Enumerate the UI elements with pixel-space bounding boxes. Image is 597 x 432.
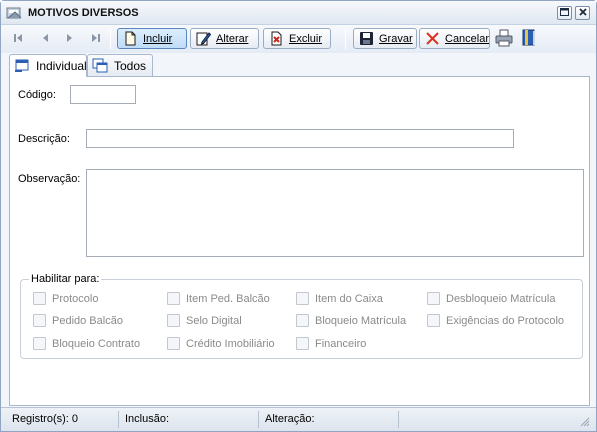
alterar-button[interactable]: Alterar	[190, 28, 259, 49]
single-window-icon	[14, 58, 30, 74]
observacao-label: Observação:	[18, 173, 81, 185]
checkbox-box[interactable]	[33, 337, 46, 350]
checkbox-box[interactable]	[167, 314, 180, 327]
checkbox-item-do-caixa[interactable]: Item do Caixa	[296, 292, 383, 305]
checkbox-label: Desbloqueio Matrícula	[446, 292, 556, 305]
checkbox-financeiro[interactable]: Financeiro	[296, 337, 366, 350]
checkbox-label: Selo Digital	[186, 314, 242, 327]
checkbox-bloqueio-contrato[interactable]: Bloqueio Contrato	[33, 337, 140, 350]
status-inclusao: Inclusão:	[125, 413, 170, 425]
edit-icon	[196, 31, 211, 46]
close-button[interactable]	[575, 6, 590, 20]
resize-grip-icon[interactable]	[580, 417, 590, 427]
next-record-button[interactable]	[63, 32, 77, 46]
checkbox-credito-imobiliario[interactable]: Crédito Imobiliário	[167, 337, 275, 350]
checkbox-bloqueio-matricula[interactable]: Bloqueio Matrícula	[296, 314, 406, 327]
checkbox-box[interactable]	[427, 292, 440, 305]
incluir-label: Incluir	[143, 32, 173, 45]
checkbox-label: Bloqueio Matrícula	[315, 314, 407, 327]
checkbox-box[interactable]	[427, 314, 440, 327]
print-button[interactable]	[495, 29, 513, 50]
checkbox-label: Crédito Imobiliário	[186, 337, 275, 350]
checkbox-selo-digital[interactable]: Selo Digital	[167, 314, 242, 327]
codigo-label: Código:	[18, 89, 56, 101]
excluir-button[interactable]: Excluir	[263, 28, 331, 49]
tab-todos[interactable]: Todos	[87, 54, 153, 76]
close-icon	[578, 7, 587, 19]
book-icon	[521, 29, 537, 50]
incluir-button[interactable]: Incluir	[117, 28, 187, 49]
title-bar: MOTIVOS DIVERSOS	[1, 1, 596, 25]
status-registros: Registro(s): 0	[12, 413, 79, 425]
checkbox-box[interactable]	[296, 314, 309, 327]
delete-document-icon	[269, 31, 284, 46]
codigo-input[interactable]	[70, 85, 136, 104]
checkbox-protocolo[interactable]: Protocolo	[33, 292, 98, 305]
new-document-icon	[123, 31, 138, 46]
excluir-label: Excluir	[289, 32, 323, 45]
checkbox-label: Pedido Balcão	[52, 314, 123, 327]
print-icon	[495, 29, 513, 50]
gravar-button[interactable]: Gravar	[353, 28, 417, 49]
toolbar-separator	[110, 29, 111, 49]
checkbox-label: Bloqueio Contrato	[52, 337, 141, 350]
previous-record-button[interactable]	[38, 32, 52, 46]
checkbox-label: Item do Caixa	[315, 292, 383, 305]
tab-individual[interactable]: Individual	[9, 54, 87, 77]
checkbox-label: Protocolo	[52, 292, 99, 305]
last-record-icon	[91, 33, 101, 46]
checkbox-label: Financeiro	[315, 337, 367, 350]
gravar-label: Gravar	[379, 32, 413, 45]
tab-todos-label: Todos	[114, 58, 147, 73]
checkbox-box[interactable]	[296, 337, 309, 350]
maximize-button[interactable]	[557, 6, 572, 20]
next-record-icon	[65, 33, 75, 46]
tab-strip: Individual Todos	[1, 54, 596, 77]
cancelar-label: Cancelar	[445, 32, 490, 45]
descricao-input[interactable]	[86, 129, 514, 148]
checkbox-box[interactable]	[167, 292, 180, 305]
last-record-button[interactable]	[89, 32, 103, 46]
save-disk-icon	[359, 31, 374, 46]
window-title: MOTIVOS DIVERSOS	[28, 7, 139, 19]
checkbox-box[interactable]	[33, 314, 46, 327]
maximize-icon	[560, 7, 569, 19]
observacao-textarea[interactable]	[86, 169, 584, 257]
toolbar-separator	[345, 29, 346, 49]
status-alteracao: Alteração:	[265, 413, 315, 425]
status-separator	[118, 411, 119, 428]
individual-panel: Código: Descrição: Observação: Habilitar…	[9, 76, 590, 406]
checkbox-exigencias-do-protocolo[interactable]: Exigências do Protocolo	[427, 314, 564, 327]
status-separator	[258, 411, 259, 428]
checkbox-box[interactable]	[33, 292, 46, 305]
previous-record-icon	[40, 33, 50, 46]
alterar-label: Alterar	[216, 32, 249, 45]
toolbar: Incluir Alterar Excluir Gravar Cancelar	[1, 25, 596, 53]
status-bar: Registro(s): 0 Inclusão: Alteração:	[1, 407, 596, 431]
checkbox-box[interactable]	[296, 292, 309, 305]
checkbox-label: Exigências do Protocolo	[446, 314, 565, 327]
first-record-button[interactable]	[11, 32, 25, 46]
status-separator	[398, 411, 399, 428]
multi-window-icon	[92, 58, 108, 74]
checkbox-pedido-balcao[interactable]: Pedido Balcão	[33, 314, 123, 327]
descricao-label: Descrição:	[18, 133, 70, 145]
habilitar-para-group: Habilitar para: Protocolo Item Ped. Balc…	[20, 273, 583, 359]
cancelar-button[interactable]: Cancelar	[419, 28, 490, 49]
first-record-icon	[13, 33, 23, 46]
app-window-icon	[6, 6, 23, 20]
checkbox-label: Item Ped. Balcão	[186, 292, 270, 305]
habilitar-para-legend: Habilitar para:	[29, 273, 102, 285]
checkbox-box[interactable]	[167, 337, 180, 350]
motivos-diversos-window: MOTIVOS DIVERSOS Incluir Alterar Excluir…	[0, 0, 597, 432]
checkbox-desbloqueio-matricula[interactable]: Desbloqueio Matrícula	[427, 292, 555, 305]
tab-individual-label: Individual	[36, 59, 87, 73]
help-book-button[interactable]	[520, 29, 538, 50]
checkbox-item-ped-balcao[interactable]: Item Ped. Balcão	[167, 292, 270, 305]
cancel-x-icon	[425, 31, 440, 46]
